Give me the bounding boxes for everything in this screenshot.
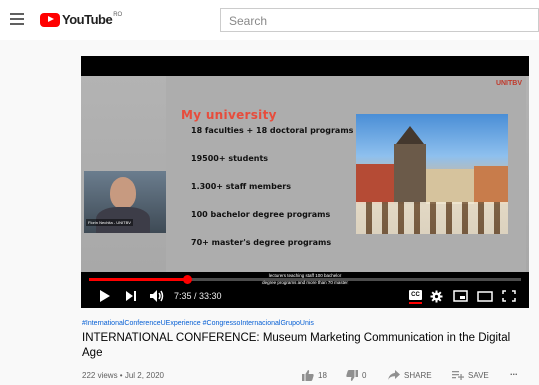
captions-active-indicator: [409, 302, 422, 304]
share-icon: [388, 370, 400, 380]
more-actions-icon[interactable]: ...: [510, 367, 518, 377]
slide-item: 18 faculties + 18 doctoral programs: [191, 126, 354, 135]
slide-title: My university: [181, 108, 277, 122]
presentation-slide: UNITBV My university 18 faculties + 18 d…: [166, 76, 526, 272]
masthead: YouTube RO Search: [0, 0, 539, 40]
thumbs-up-icon: [302, 370, 314, 381]
slide-item: 100 bachelor degree programs: [191, 210, 331, 219]
theater-mode-icon[interactable]: [477, 288, 493, 304]
city-square-photo: [356, 114, 508, 234]
logo-region: RO: [113, 11, 123, 18]
youtube-logo[interactable]: YouTube RO: [40, 12, 122, 27]
progress-bar[interactable]: [89, 275, 521, 284]
save-label: SAVE: [468, 370, 489, 380]
captions-button[interactable]: CC: [409, 290, 422, 300]
playlist-add-icon: [452, 371, 464, 380]
search-input[interactable]: Search: [220, 8, 539, 32]
player-controls: 7:35 / 33:30 CC: [81, 284, 529, 308]
youtube-play-icon: [40, 12, 60, 27]
volume-icon[interactable]: [149, 288, 165, 304]
hamburger-menu-icon[interactable]: [10, 13, 24, 25]
progress-scrubber[interactable]: [182, 275, 192, 284]
slide-item: 70+ master's degree programs: [191, 238, 332, 247]
video-hashtags[interactable]: #InternationalConferenceUExperience #Con…: [82, 320, 314, 327]
video-player[interactable]: UNITBV My university 18 faculties + 18 d…: [81, 56, 529, 308]
logo-text: YouTube: [62, 12, 113, 27]
video-frame: UNITBV My university 18 faculties + 18 d…: [81, 76, 529, 285]
share-button[interactable]: SHARE: [388, 370, 432, 380]
speaker-name: Florin Nechita - UNITBV: [86, 219, 133, 226]
play-icon[interactable]: [99, 288, 111, 304]
dislike-count: 0: [362, 371, 367, 380]
slide-item: 19500+ students: [191, 154, 269, 163]
video-actions: 18 0 SHARE SAVE ...: [296, 367, 536, 384]
progress-fill: [89, 278, 187, 281]
views-and-date: 222 views • Jul 2, 2020: [82, 371, 164, 380]
like-button[interactable]: 18: [302, 370, 327, 381]
next-icon[interactable]: [125, 288, 137, 304]
dislike-button[interactable]: 0: [346, 370, 366, 381]
slide-logo: UNITBV: [495, 80, 522, 87]
time-display: 7:35 / 33:30: [174, 291, 222, 301]
miniplayer-icon[interactable]: [453, 288, 468, 304]
video-title: INTERNATIONAL CONFERENCE: Museum Marketi…: [82, 332, 511, 359]
share-label: SHARE: [404, 370, 432, 380]
slide-item: 1.300+ staff members: [191, 182, 291, 191]
settings-gear-icon[interactable]: [430, 288, 443, 304]
speaker-webcam: Florin Nechita - UNITBV: [84, 171, 166, 233]
thumbs-down-icon: [346, 370, 358, 381]
like-count: 18: [318, 371, 327, 380]
fullscreen-icon[interactable]: [502, 288, 516, 304]
save-button[interactable]: SAVE: [452, 370, 489, 380]
